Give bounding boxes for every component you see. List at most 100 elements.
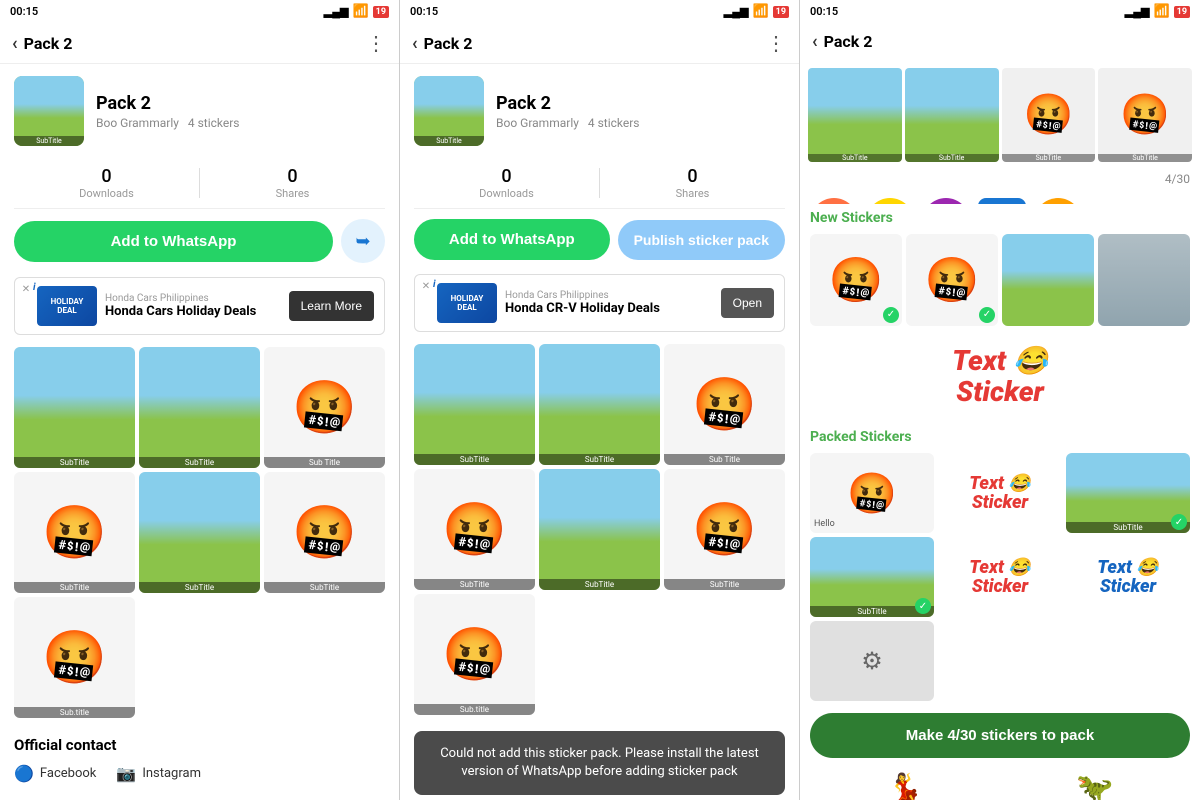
sticker-label-2f: SubTitle xyxy=(664,579,785,590)
check-badge-3a: ✓ xyxy=(883,307,899,323)
add-to-whatsapp-1[interactable]: Add to WhatsApp xyxy=(14,221,333,262)
ad-info-1: Honda Cars Philippines Honda Cars Holida… xyxy=(105,293,281,319)
battery-3: 19 xyxy=(1174,6,1190,18)
signal-icon-2: ▂▄▆ xyxy=(724,5,749,18)
new-sticker-3d[interactable] xyxy=(1098,234,1190,326)
instagram-link-1[interactable]: 📷 Instagram xyxy=(116,764,201,783)
sel-cell-3d[interactable]: 🤬 SubTitle xyxy=(1098,68,1192,162)
pack-meta-1: Boo Grammarly 4 stickers xyxy=(96,116,385,130)
sel-cell-3b[interactable]: SubTitle xyxy=(905,68,999,162)
downloads-stat-2: 0 Downloads xyxy=(414,166,599,200)
sticker-label-1d: SubTitle xyxy=(14,582,135,593)
pack-title-header-3: Pack 2 xyxy=(824,32,873,51)
packed-cell-3c[interactable]: SubTitle ✓ xyxy=(1066,453,1190,533)
bottom-area-3: 💃 🦖 xyxy=(800,766,1200,800)
packed-cell-3a[interactable]: 🤬 Hello xyxy=(810,453,934,533)
make-stickers-btn-3[interactable]: Make 4/30 stickers to pack xyxy=(810,713,1190,758)
sticker-label-2g: Sub.title xyxy=(414,704,535,715)
selector-count-3: 4/30 xyxy=(800,170,1200,192)
packed-label-3: Packed Stickers xyxy=(800,423,1200,449)
packed-cell-3g[interactable]: ⚙ xyxy=(810,621,934,701)
sticker-cell-1a: SubTitle xyxy=(14,347,135,468)
sticker-grid-2: SubTitle SubTitle 🤬 Sub Title 🤬 SubTitle… xyxy=(400,336,799,723)
new-sticker-3a[interactable]: 🤬 ✓ xyxy=(810,234,902,326)
facebook-link-1[interactable]: 🔵 Facebook xyxy=(14,764,96,783)
recommend-section-1: Recommend xyxy=(0,793,399,800)
ad-action-btn-1[interactable]: Learn More xyxy=(289,291,374,321)
panel-3: 00:15 ▂▄▆ 📶 19 ‹ Pack 2 SubTitle SubTitl… xyxy=(800,0,1200,800)
time-1: 00:15 xyxy=(10,5,38,18)
publish-btn-2[interactable]: Publish sticker pack xyxy=(618,220,785,260)
sticker-label-1e: SubTitle xyxy=(139,582,260,593)
ad-close-1[interactable]: ✕ xyxy=(19,282,33,296)
selector-row-3: SubTitle SubTitle 🤬 SubTitle 🤬 SubTitle xyxy=(800,60,1200,170)
menu-dots-1[interactable]: ⋮ xyxy=(366,31,387,55)
new-sticker-3b[interactable]: 🤬 ✓ xyxy=(906,234,998,326)
sticker-label-2b: SubTitle xyxy=(539,454,660,465)
menu-dots-2[interactable]: ⋮ xyxy=(766,31,787,55)
signal-icon-1: ▂▄▆ xyxy=(324,5,349,18)
status-bar-2: 00:15 ▂▄▆ 📶 19 xyxy=(400,0,799,23)
add-to-whatsapp-2[interactable]: Add to WhatsApp xyxy=(414,219,610,260)
new-stickers-label-3: New Stickers xyxy=(800,204,1200,230)
packed-grid-3: 🤬 Hello Text 😂Sticker SubTitle ✓ SubTitl… xyxy=(800,449,1200,705)
ad-close-2[interactable]: ✕ xyxy=(419,279,433,293)
sticker-cell-2g: 🤬 Sub.title xyxy=(414,594,535,715)
sticker-label-2e: SubTitle xyxy=(539,579,660,590)
sticker-label-1g: Sub.title xyxy=(14,707,135,718)
text-sticker-display-3: Text 😂Sticker xyxy=(810,338,1190,416)
sticker-label-2a: SubTitle xyxy=(414,454,535,465)
contact-row-1: 🔵 Facebook 📷 Instagram xyxy=(0,760,399,793)
action-row-1: Add to WhatsApp ➥ xyxy=(0,209,399,273)
pack-info-1: Pack 2 Boo Grammarly 4 stickers xyxy=(96,93,385,130)
new-sticker-3c[interactable] xyxy=(1002,234,1094,326)
panel-1: 00:15 ▂▄▆ 📶 19 ‹ Pack 2 ⋮ SubTitle Pack … xyxy=(0,0,400,800)
back-arrow-2[interactable]: ‹ xyxy=(412,33,418,54)
back-arrow-3[interactable]: ‹ xyxy=(812,31,818,52)
panel-2: 00:15 ▂▄▆ 📶 19 ‹ Pack 2 ⋮ SubTitle Pack … xyxy=(400,0,800,800)
sticker-cell-1c: 🤬 Sub Title xyxy=(264,347,385,468)
pack-meta-2: Boo Grammarly 4 stickers xyxy=(496,116,785,130)
sel-cell-3a[interactable]: SubTitle xyxy=(808,68,902,162)
sel-cell-3c[interactable]: 🤬 SubTitle xyxy=(1002,68,1096,162)
facebook-icon-1: 🔵 xyxy=(14,764,34,783)
sticker-cell-1b: SubTitle xyxy=(139,347,260,468)
packed-cell-3d[interactable]: SubTitle ✓ xyxy=(810,537,934,617)
ad-banner-1: ✕ i HOLIDAYDEAL Honda Cars Philippines H… xyxy=(14,277,385,335)
stats-row-2: 0 Downloads 0 Shares xyxy=(414,158,785,209)
sticker-cell-2d: 🤬 SubTitle xyxy=(414,469,535,590)
wifi-icon-3: 📶 xyxy=(1153,4,1169,19)
bottom-figure-right-3: 🦖 xyxy=(1076,772,1113,800)
category-row-3: 🖼 😁 Aa MEME 🖼 xyxy=(800,192,1200,204)
sticker-cell-1e: SubTitle xyxy=(139,472,260,593)
share-button-1[interactable]: ➥ xyxy=(341,219,385,263)
back-arrow-1[interactable]: ‹ xyxy=(12,33,18,54)
action-row-2: Add to WhatsApp Publish sticker pack xyxy=(400,209,799,270)
status-bar-1: 00:15 ▂▄▆ 📶 19 xyxy=(0,0,399,23)
sticker-label-1f: SubTitle xyxy=(264,582,385,593)
thumb-subtitle-2: SubTitle xyxy=(414,136,484,146)
packed-cell-3f[interactable]: Text 😂Sticker xyxy=(1066,537,1190,617)
sticker-cell-2a: SubTitle xyxy=(414,344,535,465)
ad-banner-2: ✕ i HOLIDAYDEAL Honda Cars Philippines H… xyxy=(414,274,785,332)
instagram-icon-1: 📷 xyxy=(116,764,136,783)
ad-info-icon-1: i xyxy=(33,282,36,293)
ad-thumb-2: HOLIDAYDEAL xyxy=(437,283,497,323)
packed-cell-3b[interactable]: Text 😂Sticker xyxy=(938,453,1062,533)
top-bar-1: ‹ Pack 2 ⋮ xyxy=(0,23,399,64)
check-badge-3b: ✓ xyxy=(979,307,995,323)
top-bar-3: ‹ Pack 2 xyxy=(800,23,1200,60)
stats-row-1: 0 Downloads 0 Shares xyxy=(14,158,385,209)
packed-cell-3e[interactable]: Text 😂Sticker xyxy=(938,537,1062,617)
ad-action-btn-2[interactable]: Open xyxy=(721,288,774,318)
time-3: 00:15 xyxy=(810,5,838,18)
pack-title-header-1: Pack 2 xyxy=(24,34,73,53)
thumb-subtitle-1: SubTitle xyxy=(14,136,84,146)
sticker-label-1c: Sub Title xyxy=(264,457,385,468)
shares-stat-2: 0 Shares xyxy=(600,166,785,200)
text-sticker-blue-3f: Text 😂Sticker xyxy=(1097,558,1159,598)
ad-info-2: Honda Cars Philippines Honda CR-V Holida… xyxy=(505,290,713,316)
pack-thumbnail-1: SubTitle xyxy=(14,76,84,146)
pack-header-2: SubTitle Pack 2 Boo Grammarly 4 stickers xyxy=(400,64,799,158)
sticker-cell-2c: 🤬 Sub Title xyxy=(664,344,785,465)
